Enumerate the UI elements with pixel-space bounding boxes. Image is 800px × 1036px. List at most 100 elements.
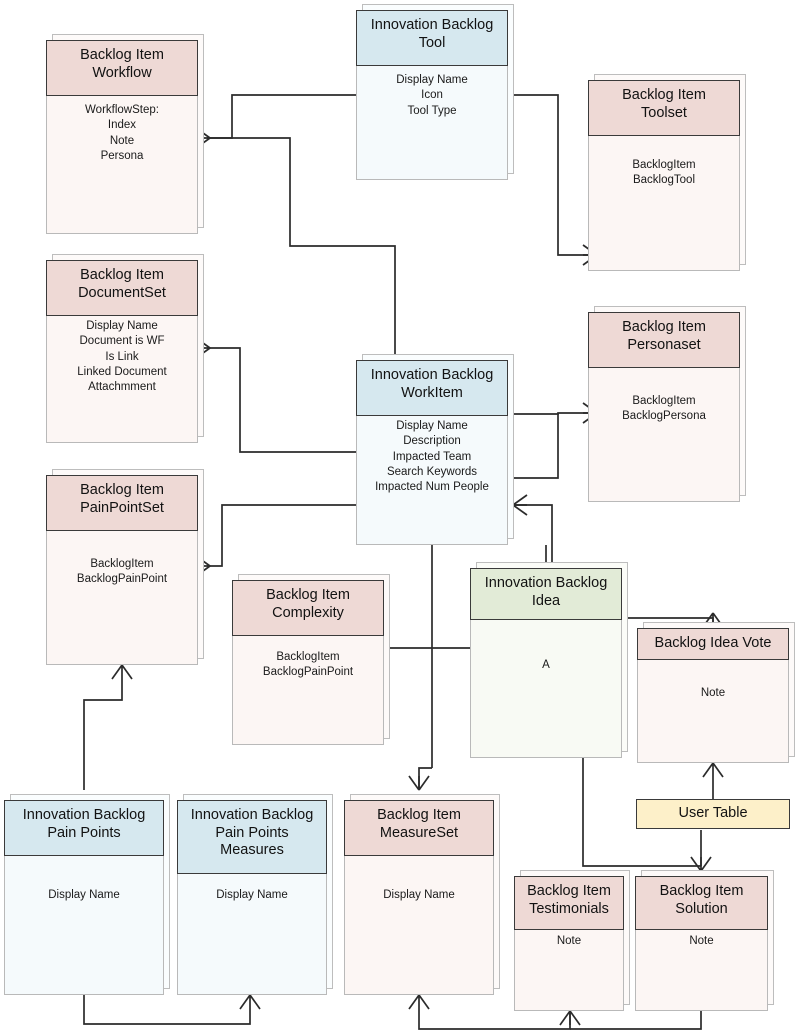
entity-title: Innovation Backlog Tool <box>356 10 508 66</box>
entity-backlog-item-personaset[interactable]: Backlog Item Personaset BacklogItem Back… <box>588 306 746 502</box>
entity-title: Innovation Backlog Pain Points Measures <box>177 800 327 874</box>
entity-card: Backlog Item Solution Note <box>635 876 768 1011</box>
entity-attributes: A <box>471 620 621 757</box>
entity-title: Backlog Item PainPointSet <box>46 475 198 531</box>
entity-card: Innovation Backlog Idea A <box>470 568 622 758</box>
crowfoot-workitem-measureset <box>408 775 430 791</box>
entity-innovation-backlog-tool[interactable]: Innovation Backlog Tool Display Name Ico… <box>356 4 514 180</box>
entity-backlog-item-measureset[interactable]: Backlog Item MeasureSet Display Name <box>344 794 500 995</box>
entity-card: Backlog Item MeasureSet Display Name <box>344 800 494 995</box>
er-diagram-canvas: Backlog Item Workflow WorkflowStep: Inde… <box>0 0 800 1036</box>
crowfoot-idea-solution <box>690 856 712 872</box>
crowfoot-workitem-complexity <box>512 494 528 516</box>
entity-backlog-item-workflow[interactable]: Backlog Item Workflow WorkflowStep: Inde… <box>46 34 204 234</box>
attribute: WorkflowStep: <box>85 104 159 116</box>
entity-title: Backlog Item Personaset <box>588 312 740 368</box>
connector-workitem-to-measureset <box>418 767 432 790</box>
connector-workitem-personaset-branch <box>508 413 559 479</box>
entity-title: Backlog Item Workflow <box>46 40 198 96</box>
entity-backlog-item-testimonials[interactable]: Backlog Item Testimonials Note <box>514 870 630 1011</box>
title-line: Backlog Idea Vote <box>654 635 772 651</box>
attribute: BacklogPainPoint <box>262 666 354 679</box>
attribute: A <box>542 659 550 671</box>
entity-backlog-item-complexity[interactable]: Backlog Item Complexity BacklogItem Back… <box>232 574 390 745</box>
crowfoot-testimonials-bottom <box>559 1010 581 1026</box>
entity-title: Innovation Backlog WorkItem <box>356 360 508 416</box>
entity-card: Innovation Backlog WorkItem Display Name… <box>356 360 508 545</box>
title-line: Innovation Backlog <box>370 17 494 33</box>
title-line: Complexity <box>272 604 344 621</box>
crowfoot-painpointset-bottom <box>111 664 133 680</box>
entity-attributes: Display Name <box>5 856 163 994</box>
entity-backlog-item-documentset[interactable]: Backlog Item DocumentSet Display Name Do… <box>46 254 204 443</box>
title-line: Personaset <box>627 336 701 353</box>
title-line: Backlog Item <box>377 807 461 823</box>
attribute: Impacted Num People <box>375 481 489 494</box>
entity-innovation-backlog-pain-points[interactable]: Innovation Backlog Pain Points Display N… <box>4 794 170 995</box>
entity-attributes: WorkflowStep: Index Note Persona <box>47 96 197 233</box>
entity-card: Innovation Backlog Tool Display Name Ico… <box>356 10 508 180</box>
connector-painpoints-to-measures <box>83 995 251 1025</box>
entity-title: Backlog Item DocumentSet <box>46 260 198 316</box>
entity-innovation-backlog-workitem[interactable]: Innovation Backlog WorkItem Display Name… <box>356 354 514 545</box>
connector-solution-bottom <box>570 1011 702 1030</box>
entity-innovation-backlog-idea[interactable]: Innovation Backlog Idea A <box>470 562 628 758</box>
attribute: Display Name <box>216 889 288 901</box>
attribute: Display Name <box>86 320 158 332</box>
title-line: Toolset <box>641 104 687 121</box>
crowfoot-ideavote-user <box>702 762 724 778</box>
entity-backlog-item-toolset[interactable]: Backlog Item Toolset BacklogItem Backlog… <box>588 74 746 271</box>
attribute: Attachmment <box>88 381 156 394</box>
attribute: Index <box>107 119 137 132</box>
attribute: Note <box>556 935 582 947</box>
title-line: Innovation Backlog <box>484 575 608 591</box>
connector-painpointset-to-painpoints <box>83 679 123 790</box>
attribute: BacklogPainPoint <box>76 573 168 586</box>
connector-tool-to-workflow <box>210 94 356 139</box>
entity-innovation-backlog-pain-points-measures[interactable]: Innovation Backlog Pain Points Measures … <box>177 794 333 995</box>
entity-backlog-item-solution[interactable]: Backlog Item Solution Note <box>635 870 774 1011</box>
entity-user-table[interactable]: User Table <box>636 799 790 830</box>
connector-workitem-to-painpointset <box>210 504 356 567</box>
entity-attributes: BacklogItem BacklogPainPoint <box>233 636 383 744</box>
attribute: Description <box>403 435 461 448</box>
attribute: Search Keywords <box>386 465 478 478</box>
attribute: BacklogItem <box>632 159 696 171</box>
title-line: Pain Points <box>47 824 121 841</box>
entity-card: Backlog Item Workflow WorkflowStep: Inde… <box>46 40 198 234</box>
title-line: DocumentSet <box>78 284 166 301</box>
title-line: Measures <box>220 842 284 859</box>
entity-attributes: Display Name Document is WF Is Link Link… <box>47 316 197 442</box>
entity-attributes: Note <box>638 660 788 762</box>
attribute: Display Name <box>383 889 455 901</box>
attribute: Display Name <box>48 889 120 901</box>
entity-backlog-item-painpointset[interactable]: Backlog Item PainPointSet BacklogItem Ba… <box>46 469 204 665</box>
connector-measureset-to-testimonials <box>418 1009 571 1030</box>
title-line: Backlog Item <box>80 482 164 498</box>
title-line: Innovation Backlog <box>22 807 146 823</box>
attribute: BacklogItem <box>90 558 154 570</box>
connector-workitem-to-personaset <box>508 412 597 415</box>
connector-workitem-to-documentset <box>210 347 356 453</box>
entity-attributes: Note <box>515 930 623 1010</box>
entity-attributes: Display Name Icon Tool Type <box>357 66 507 179</box>
entity-attributes: Display Name Description Impacted Team S… <box>357 416 507 544</box>
entity-backlog-idea-vote[interactable]: Backlog Idea Vote Note <box>637 622 795 763</box>
connector-tool-to-toolset <box>508 94 597 256</box>
crowfoot-measureset-bottom <box>408 994 430 1010</box>
attribute: Tool Type <box>407 104 457 117</box>
title-line: Workflow <box>92 64 152 81</box>
title-line: Backlog Item <box>80 47 164 63</box>
entity-card: Backlog Item PainPointSet BacklogItem Ba… <box>46 475 198 665</box>
entity-title: Backlog Item Complexity <box>232 580 384 636</box>
entity-card: Backlog Item Complexity BacklogItem Back… <box>232 580 384 745</box>
title-line: Testimonials <box>529 900 609 917</box>
entity-title: Backlog Item Solution <box>635 876 768 930</box>
entity-card: Innovation Backlog Pain Points Display N… <box>4 800 164 995</box>
entity-attributes: BacklogItem BacklogPainPoint <box>47 531 197 664</box>
entity-title: Backlog Item Testimonials <box>514 876 624 930</box>
entity-attributes: BacklogItem BacklogTool <box>589 136 739 270</box>
crowfoot-painpoints-measures <box>239 994 261 1010</box>
title-line: Backlog Item <box>622 87 706 103</box>
attribute: Persona <box>100 149 144 162</box>
